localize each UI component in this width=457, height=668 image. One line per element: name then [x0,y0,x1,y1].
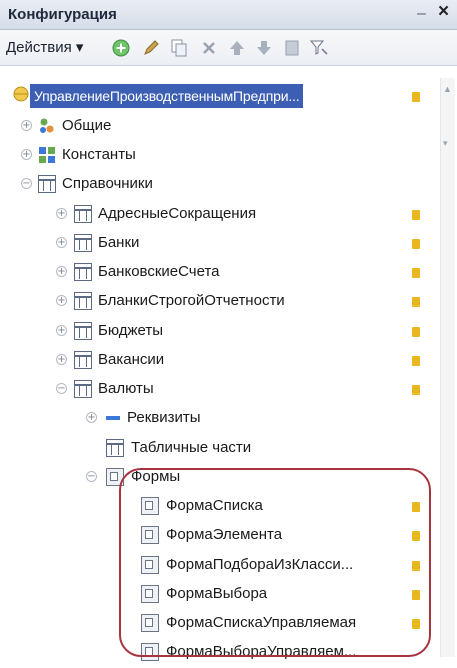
catalog-icon [74,263,92,281]
tree-node-label: Общие [62,117,112,134]
actions-menu-button[interactable]: Действия ▾ [6,38,83,56]
catalog-icon [74,205,92,223]
tree-node-constants[interactable]: + Константы [0,141,440,171]
flag-icon [412,92,420,102]
flag-icon [412,385,420,395]
tree-node-label[interactable]: УправлениеПроизводственнымПредпри... [30,84,304,108]
flag-icon [412,356,420,366]
tree-node-catalog-item[interactable]: − Валюты [0,375,440,405]
delete-icon[interactable] [198,37,220,59]
catalog-icon [74,292,92,310]
expand-icon[interactable]: + [21,149,32,160]
tree-node-tabular-sections[interactable]: Табличные части [0,434,440,464]
tree-node-label: Вакансии [98,351,165,368]
tree-node-label: Константы [62,146,136,163]
tree-node-label: Табличные части [131,439,252,456]
expand-icon[interactable]: + [86,412,97,423]
subsystems-icon [40,118,54,133]
scroll-up-icon[interactable]: ▲ [443,84,452,94]
tabular-section-icon [106,439,124,457]
tree-node-catalogs[interactable]: − Справочники [0,170,440,200]
flag-icon [412,210,420,220]
tree-node-common[interactable]: + Общие [0,112,440,142]
expand-icon[interactable]: + [56,208,67,219]
tree-node-label: БанковскиеСчета [98,263,220,280]
tree-scrollbar[interactable]: ▲ ▾ [440,78,455,657]
copy-icon[interactable] [168,37,190,59]
tree-node-catalog-item[interactable]: + БанковскиеСчета [0,258,440,288]
tree-node-label: БланкиСтрогойОтчетности [98,292,285,309]
window-title: Конфигурация [8,6,117,23]
flag-icon [412,239,420,249]
catalog-icon [74,380,92,398]
minimize-button[interactable]: – [417,5,426,23]
configuration-root-icon [13,86,29,102]
move-down-icon[interactable] [253,37,275,59]
expand-icon[interactable]: + [56,325,67,336]
move-up-icon[interactable] [226,37,248,59]
expand-icon[interactable]: + [56,354,67,365]
tree-node-catalog-item[interactable]: + АдресныеСокращения [0,200,440,230]
collapse-icon[interactable]: − [56,383,67,394]
constants-icon [39,147,55,163]
expand-icon[interactable]: + [21,120,32,131]
catalog-icon [74,351,92,369]
tree-node-attributes[interactable]: + Реквизиты [0,404,440,434]
expand-icon[interactable]: + [56,266,67,277]
collapse-icon[interactable]: − [86,471,97,482]
tree-node-root[interactable]: УправлениеПроизводственнымПредпри... [0,82,440,112]
tree-node-label: Банки [98,234,140,251]
catalog-icon [74,234,92,252]
tree-node-label: Справочники [62,175,153,192]
flag-icon [412,297,420,307]
catalog-icon [74,322,92,340]
highlight-outline [119,468,431,657]
window-titlebar: Конфигурация – × [0,0,457,30]
tree-node-label: АдресныеСокращения [98,205,257,222]
tree-node-catalog-item[interactable]: + Вакансии [0,346,440,376]
filter-icon[interactable] [308,37,330,59]
tree-node-label: Валюты [98,380,154,397]
tree-node-catalog-item[interactable]: + БланкиСтрогойОтчетности [0,287,440,317]
toolbar: Действия ▾ [0,30,457,66]
add-icon[interactable] [110,37,132,59]
scroll-thumb-icon[interactable]: ▾ [443,138,448,149]
tree-node-catalog-item[interactable]: + Бюджеты [0,317,440,347]
tree-node-catalog-item[interactable]: + Банки [0,229,440,259]
catalog-icon [38,175,56,193]
expand-icon[interactable]: + [56,295,67,306]
expand-icon[interactable]: + [56,237,67,248]
tree-node-label: Реквизиты [127,409,201,426]
flag-icon [412,268,420,278]
flag-icon [412,327,420,337]
edit-icon[interactable] [140,37,162,59]
attributes-icon [106,416,120,420]
close-button[interactable]: × [438,2,449,21]
tree-node-label: Бюджеты [98,322,164,339]
sort-icon[interactable] [281,37,303,59]
collapse-icon[interactable]: − [21,178,32,189]
